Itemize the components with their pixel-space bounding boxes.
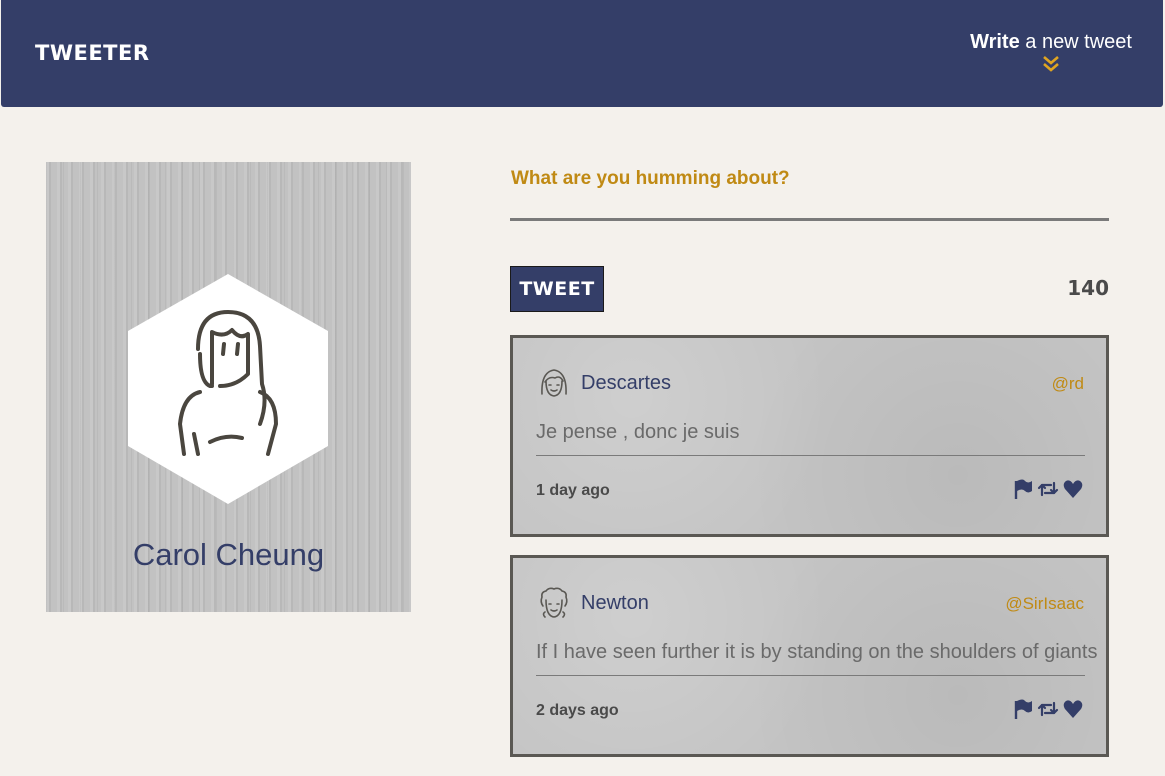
compose-label: a new tweet (1019, 31, 1132, 53)
top-nav: TWEETER Write a new tweet (1, 0, 1163, 107)
tweet-card: Descartes @rd Je pense , donc je suis 1 … (510, 335, 1109, 537)
tweet-text: If I have seen further it is by standing… (536, 641, 1098, 663)
tweet-divider (536, 455, 1085, 456)
character-counter: 140 (1067, 276, 1109, 300)
write-new-tweet-toggle[interactable]: Write a new tweet (970, 31, 1132, 74)
tweet-handle[interactable]: @rd (1052, 374, 1084, 394)
tweet-author[interactable]: Newton (581, 592, 649, 615)
heart-icon[interactable] (1062, 478, 1084, 500)
tweet-input-underline[interactable] (510, 218, 1109, 221)
tweet-text: Je pense , donc je suis (536, 421, 740, 443)
profile-card: Carol Cheung (46, 162, 411, 612)
flag-icon[interactable] (1012, 478, 1034, 500)
tweet-card: Newton @SirIsaac If I have seen further … (510, 555, 1109, 757)
retweet-icon[interactable] (1037, 478, 1059, 500)
tweet-author[interactable]: Descartes (581, 372, 671, 395)
tweet-actions (1012, 478, 1084, 500)
heart-icon[interactable] (1062, 698, 1084, 720)
profile-name: Carol Cheung (132, 537, 325, 572)
brand-logo[interactable]: TWEETER (35, 41, 150, 65)
profile-avatar (128, 274, 328, 504)
compose-strong-label: Write (970, 31, 1020, 53)
tweet-timestamp: 2 days ago (536, 702, 619, 719)
avatar-icon (541, 369, 567, 397)
tweet-actions (1012, 698, 1084, 720)
retweet-icon[interactable] (1037, 698, 1059, 720)
avatar-icon (540, 587, 568, 618)
tweet-input-prompt[interactable]: What are you humming about? (511, 168, 790, 190)
tweet-handle[interactable]: @SirIsaac (1005, 594, 1084, 614)
tweet-divider (536, 675, 1085, 676)
double-chevron-down-icon[interactable] (1041, 54, 1061, 74)
flag-icon[interactable] (1012, 698, 1034, 720)
tweet-timestamp: 1 day ago (536, 482, 610, 499)
tweet-button[interactable]: TWEET (510, 266, 604, 312)
